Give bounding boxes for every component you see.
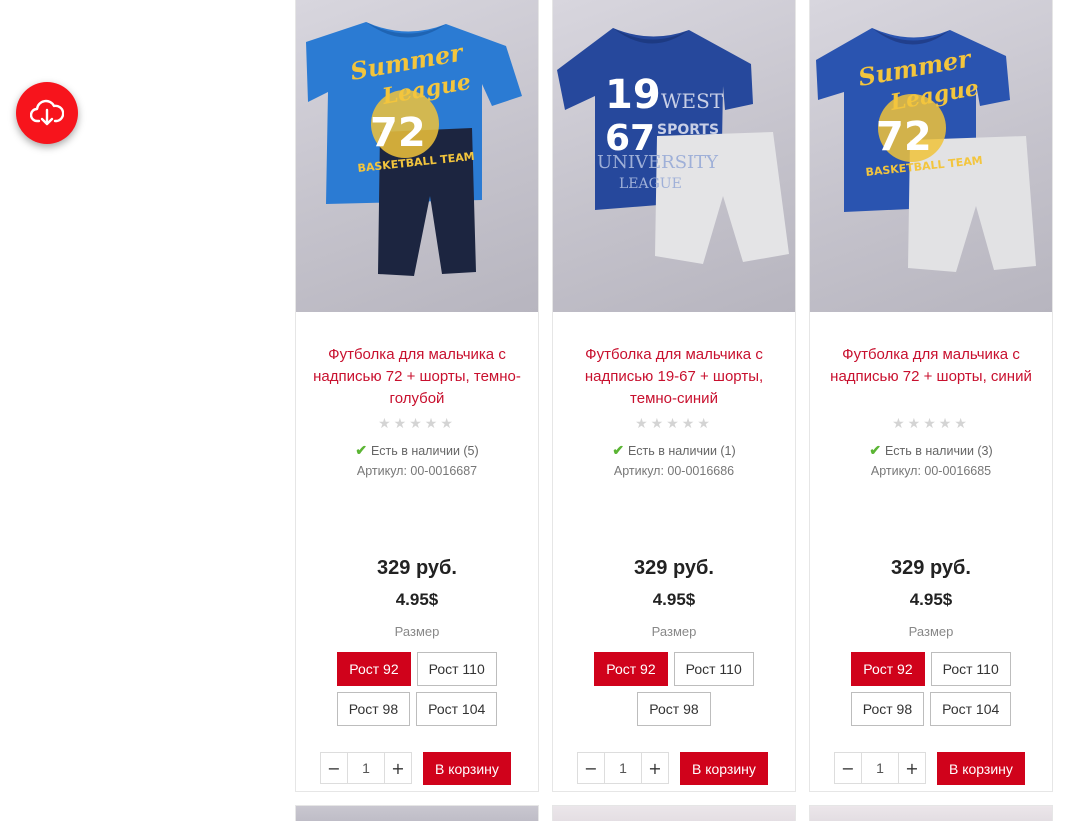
stock-text: Есть в наличии (1) — [628, 444, 736, 458]
price-rub: 329 руб. — [634, 557, 714, 579]
price-usd: 4.95$ — [395, 590, 439, 609]
plus-icon[interactable]: + — [641, 752, 669, 784]
size-label: Размер — [651, 624, 697, 639]
minus-icon[interactable]: − — [834, 752, 862, 784]
next-product-image[interactable] — [809, 805, 1053, 821]
size-options: Рост 92 Рост 110 Рост 98 Рост 104 — [296, 652, 538, 726]
rating-stars: ★★★★★ — [635, 416, 713, 432]
product-card: Summer League 72 BASKETBALL TEAM Футболк… — [295, 0, 539, 792]
rating-stars: ★★★★★ — [892, 416, 970, 432]
shirt-print-text: WEST — [661, 89, 724, 113]
size-option-104[interactable]: Рост 104 — [930, 692, 1012, 726]
plus-icon[interactable]: + — [384, 752, 412, 784]
stock-status: ✔ Есть в наличии (3) — [810, 442, 1052, 459]
price-usd: 4.95$ — [652, 590, 696, 609]
minus-icon[interactable]: − — [320, 752, 348, 784]
rating-stars: ★★★★★ — [378, 416, 456, 432]
quantity-stepper: − + — [834, 752, 926, 784]
quantity-input[interactable] — [862, 752, 898, 784]
next-product-image[interactable] — [295, 805, 539, 821]
shirt-print-text: UNIVERSITY — [597, 152, 719, 173]
check-icon: ✔ — [869, 442, 882, 458]
check-icon: ✔ — [612, 442, 625, 458]
stock-status: ✔ Есть в наличии (1) — [553, 442, 795, 459]
price-usd: 4.95$ — [909, 590, 953, 609]
size-option-92[interactable]: Рост 92 — [594, 652, 668, 686]
product-image[interactable]: Summer League 72 BASKETBALL TEAM — [810, 0, 1052, 312]
product-sku: Артикул: 00-0016685 — [870, 464, 992, 478]
product-image[interactable]: Summer League 72 BASKETBALL TEAM — [296, 0, 538, 312]
product-sku: Артикул: 00-0016687 — [356, 464, 478, 478]
size-options: Рост 92 Рост 110 Рост 98 Рост 104 — [810, 652, 1052, 726]
shirt-print-number: 72 — [370, 110, 426, 156]
add-to-cart-button[interactable]: В корзину — [680, 752, 768, 785]
size-option-98[interactable]: Рост 98 — [850, 692, 925, 726]
quantity-input[interactable] — [348, 752, 384, 784]
shirt-print-number: 19 — [605, 72, 661, 118]
product-card: 19 67 WEST SPORTS UNIVERSITY LEAGUE Футб… — [552, 0, 796, 792]
cloud-download-button[interactable] — [16, 82, 78, 144]
product-grid: Summer League 72 BASKETBALL TEAM Футболк… — [295, 0, 1055, 821]
add-to-cart-button[interactable]: В корзину — [423, 752, 511, 785]
size-label: Размер — [394, 624, 440, 639]
product-card: Summer League 72 BASKETBALL TEAM Футболк… — [809, 0, 1053, 792]
size-option-110[interactable]: Рост 110 — [673, 652, 754, 686]
quantity-stepper: − + — [320, 752, 412, 784]
minus-icon[interactable]: − — [577, 752, 605, 784]
size-option-104[interactable]: Рост 104 — [416, 692, 498, 726]
plus-icon[interactable]: + — [898, 752, 926, 784]
price-rub: 329 руб. — [377, 557, 457, 579]
shirt-print-number: 72 — [876, 114, 932, 160]
stock-status: ✔ Есть в наличии (5) — [296, 442, 538, 459]
size-options: Рост 92 Рост 110 Рост 98 — [553, 652, 795, 726]
size-option-98[interactable]: Рост 98 — [637, 692, 711, 726]
add-to-cart-button[interactable]: В корзину — [937, 752, 1025, 785]
product-sku: Артикул: 00-0016686 — [613, 464, 735, 478]
stock-text: Есть в наличии (5) — [371, 444, 479, 458]
shirt-print-text: LEAGUE — [619, 176, 682, 192]
product-title[interactable]: Футболка для мальчика с надписью 72 + шо… — [304, 344, 530, 410]
size-option-98[interactable]: Рост 98 — [336, 692, 411, 726]
price-rub: 329 руб. — [891, 557, 971, 579]
product-title[interactable]: Футболка для мальчика с надписью 72 + шо… — [818, 344, 1044, 388]
size-option-110[interactable]: Рост 110 — [930, 652, 1011, 686]
size-option-110[interactable]: Рост 110 — [416, 652, 497, 686]
size-option-92[interactable]: Рост 92 — [851, 652, 925, 686]
stock-text: Есть в наличии (3) — [885, 444, 993, 458]
product-image[interactable]: 19 67 WEST SPORTS UNIVERSITY LEAGUE — [553, 0, 795, 312]
cloud-download-icon — [30, 99, 64, 126]
next-product-image[interactable] — [552, 805, 796, 821]
shirt-print-text: SPORTS — [657, 122, 719, 138]
size-label: Размер — [908, 624, 954, 639]
quantity-stepper: − + — [577, 752, 669, 784]
size-option-92[interactable]: Рост 92 — [337, 652, 411, 686]
product-title[interactable]: Футболка для мальчика с надписью 19-67 +… — [561, 344, 787, 410]
quantity-input[interactable] — [605, 752, 641, 784]
check-icon: ✔ — [355, 442, 368, 458]
